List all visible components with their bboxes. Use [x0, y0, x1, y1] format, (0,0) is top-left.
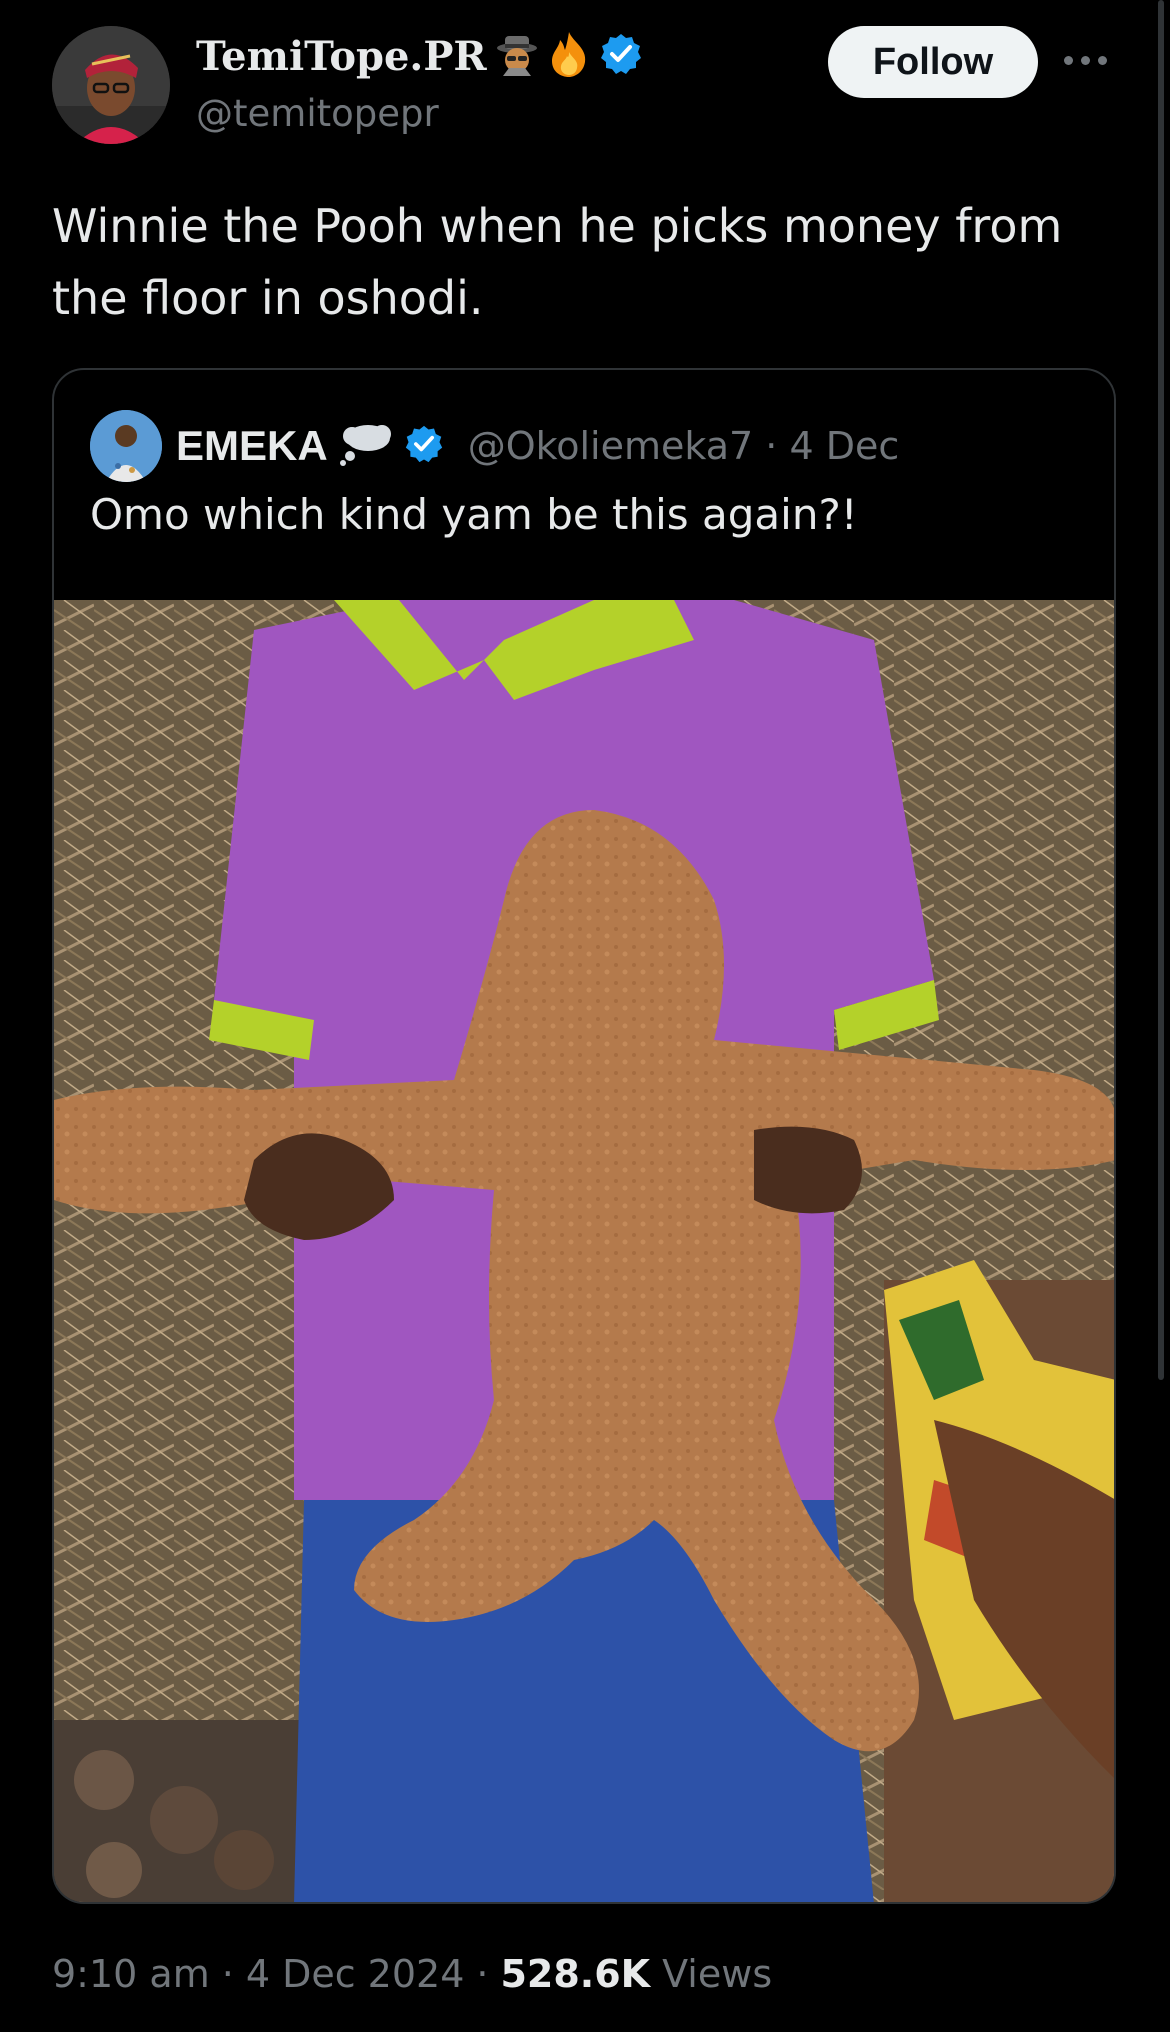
author-avatar[interactable]: [52, 26, 170, 144]
quoted-tweet-card[interactable]: EMEKA @Okoliemeka7 · 4 Dec Omo which kin…: [52, 368, 1116, 1904]
follow-button[interactable]: Follow: [828, 26, 1038, 98]
author-name-row[interactable]: TemiTope.PR: [196, 28, 643, 84]
spy-emoji-icon: [495, 32, 539, 80]
fire-emoji-icon: [547, 30, 591, 82]
verified-badge-icon[interactable]: [599, 32, 643, 80]
views-label: Views: [662, 1952, 773, 1996]
avatar-image: [52, 26, 170, 144]
thought-bubble-icon: [338, 422, 394, 470]
quoted-author-row[interactable]: EMEKA @Okoliemeka7 · 4 Dec: [176, 414, 899, 478]
quoted-separator: ·: [765, 424, 778, 468]
quoted-text: Omo which kind yam be this again?!: [90, 490, 858, 539]
footer-separator: ·: [476, 1952, 489, 1996]
views-count[interactable]: 528.6K: [500, 1952, 650, 1996]
tweet-footer: 9:10 am · 4 Dec 2024 · 528.6K Views: [52, 1952, 772, 1996]
verified-badge-icon[interactable]: [404, 424, 444, 468]
scrollbar[interactable]: [1158, 0, 1164, 1380]
quoted-display-name[interactable]: EMEKA: [176, 422, 328, 470]
quoted-photo[interactable]: [54, 600, 1114, 1902]
footer-separator: ·: [221, 1952, 234, 1996]
tweet-date[interactable]: 4 Dec 2024: [246, 1952, 465, 1996]
author-handle[interactable]: @temitopepr: [196, 92, 439, 135]
quoted-meta: @Okoliemeka7 · 4 Dec: [468, 424, 900, 468]
quoted-handle[interactable]: @Okoliemeka7: [468, 424, 754, 468]
tweet-text: Winnie the Pooh when he picks money from…: [52, 199, 1063, 325]
more-options-icon[interactable]: [1064, 48, 1114, 72]
tweet-time[interactable]: 9:10 am: [52, 1952, 210, 1996]
author-display-name[interactable]: TemiTope.PR: [196, 33, 487, 80]
quoted-date[interactable]: 4 Dec: [789, 424, 899, 468]
quoted-author-avatar[interactable]: [90, 410, 162, 482]
